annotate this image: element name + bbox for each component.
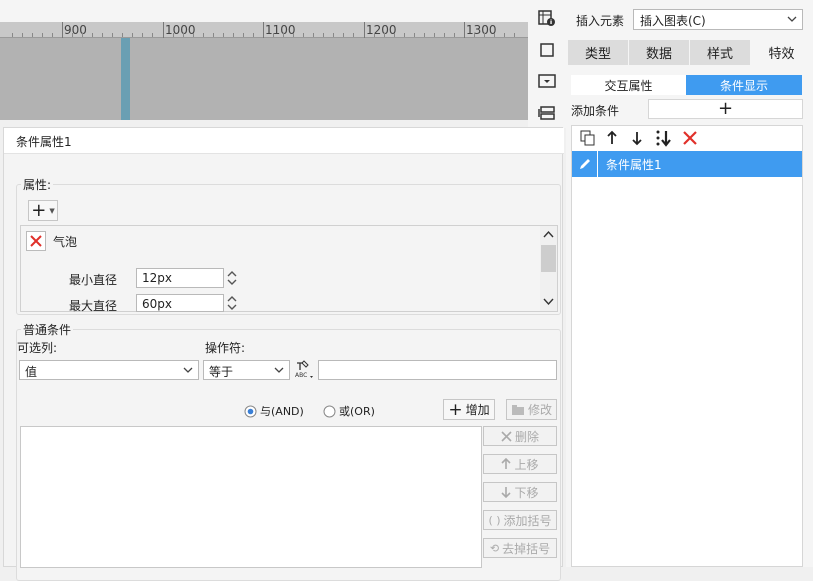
modify-condition-button[interactable]: 修改 [506,399,557,420]
attributes-group: 属性: + ▼ 气泡 最小直径 12px 最大直径 60px [16,176,561,315]
scroll-down-icon[interactable] [543,298,554,306]
and-radio[interactable]: 与(AND) [244,403,304,419]
list-item-label: 条件属性1 [606,158,662,172]
ruler-label: 1100 [265,23,296,37]
move-down-label: 下移 [514,485,539,500]
tab-style[interactable]: 样式 [690,40,750,65]
min-diameter-input[interactable]: 12px [136,268,224,288]
min-diameter-stepper[interactable] [226,268,238,288]
insert-element-select[interactable]: 插入图表(C) [633,9,803,30]
ruler-label: 1000 [165,23,196,37]
normal-condition-legend: 普通条件 [21,321,74,338]
subtab-condition-display[interactable]: 条件显示 [686,75,802,95]
copy-icon[interactable] [580,130,596,149]
layout-widget-icon[interactable] [536,102,558,124]
insert-element-value: 插入图表(C) [640,14,706,28]
toolbar-strip [0,0,528,22]
delete-condition-label: 删除 [514,429,539,444]
attributes-legend: 属性: [21,176,54,193]
attribute-list: 气泡 最小直径 12px 最大直径 60px [20,225,558,313]
arrow-up-icon[interactable] [606,130,618,149]
max-diameter-input[interactable]: 60px [136,294,224,312]
max-diameter-label: 最大直径 [69,299,118,313]
operator-select[interactable]: 等于 [203,360,290,380]
add-bracket-label: 添加括号 [503,513,552,528]
add-attribute-button[interactable]: + ▼ [28,200,58,221]
tab-type[interactable]: 类型 [568,40,628,65]
or-label: 或(OR) [339,405,375,418]
edit-icon[interactable] [572,151,598,177]
operator-select-value: 等于 [209,365,234,379]
list-item[interactable]: 条件属性1 [572,151,802,177]
modify-condition-label: 修改 [527,403,552,417]
add-condition-label: 添加条件 [571,104,620,118]
chevron-down-icon [269,361,289,379]
property-panel: 插入元素 插入图表(C) 类型 数据 样式 特效 交互属性 条件显示 添加条件 … [566,0,813,567]
scroll-up-icon[interactable] [543,230,554,238]
and-label: 与(AND) [260,405,304,418]
bracket-icon: ( ) [488,513,501,527]
cell-attributes-icon[interactable] [536,7,558,29]
close-icon [30,235,42,247]
add-condition-panel-button[interactable]: + [648,99,803,119]
min-diameter-label: 最小直径 [69,273,118,287]
operator-label: 操作符: [205,341,246,355]
add-bracket-button[interactable]: ( ) 添加括号 [483,510,557,530]
dialog-title: 条件属性1 [4,128,564,154]
add-condition-label: 增加 [465,403,490,417]
or-radio[interactable]: 或(OR) [323,403,375,419]
add-condition-button[interactable]: + 增加 [443,399,495,420]
widget-frame-icon[interactable] [536,39,558,61]
move-down-button[interactable]: 下移 [483,482,557,502]
condition-list-panel: 条件属性1 [571,125,803,567]
remove-bracket-icon: ⟲ [489,541,500,555]
remove-attribute-button[interactable] [26,231,46,251]
condition-value-input[interactable] [318,360,557,380]
remove-bracket-button[interactable]: ⟲ 去掉括号 [483,538,557,558]
column-label: 可选列: [17,341,58,355]
radio-unchecked-icon [323,405,336,417]
plus-icon: + [31,199,47,221]
ruler-label: 900 [64,23,87,37]
dropdown-widget-icon[interactable] [536,70,558,92]
delete-icon[interactable] [682,130,698,149]
design-canvas[interactable] [0,38,528,120]
ruler-label: 1200 [366,23,397,37]
attribute-list-scrollbar[interactable] [540,226,557,311]
sort-icon[interactable] [655,129,673,150]
folder-edit-icon [511,404,524,415]
side-toolbar [528,0,566,128]
arrow-up-icon [501,458,512,469]
chevron-down-icon [782,10,802,28]
value-type-selector[interactable]: ABC [294,359,316,381]
column-select[interactable]: 值 [19,360,199,380]
delete-condition-button[interactable]: 删除 [483,426,557,446]
move-up-button[interactable]: 上移 [483,454,557,474]
close-icon [501,430,512,442]
arrow-down-icon [501,487,512,498]
column-select-value: 值 [25,365,38,379]
radio-checked-icon [244,405,257,417]
condition-attribute-dialog: 条件属性1 属性: + ▼ 气泡 最小直径 12px 最大直径 60px 普通条… [3,127,564,581]
max-diameter-stepper[interactable] [226,294,238,312]
plus-icon: + [448,399,463,420]
plus-icon: + [717,98,734,119]
move-up-label: 上移 [514,457,539,472]
column-marker[interactable] [121,38,130,120]
scroll-thumb[interactable] [541,245,556,272]
remove-bracket-label: 去掉括号 [502,541,551,556]
chevron-down-icon [178,361,198,379]
tab-data[interactable]: 数据 [629,40,689,65]
arrow-down-icon[interactable] [631,130,643,149]
chevron-down-icon: ▼ [49,206,55,215]
subtab-interaction[interactable]: 交互属性 [571,75,686,95]
insert-element-label: 插入元素 [576,14,625,28]
svg-text:ABC: ABC [295,372,307,379]
horizontal-ruler: 900 1000 1100 1200 1300 [0,22,528,38]
tab-effects[interactable]: 特效 [751,40,812,65]
attribute-item-name: 气泡 [53,235,78,249]
condition-list[interactable] [20,426,482,568]
text-format-icon: ABC [295,360,313,379]
ruler-label: 1300 [466,23,497,37]
